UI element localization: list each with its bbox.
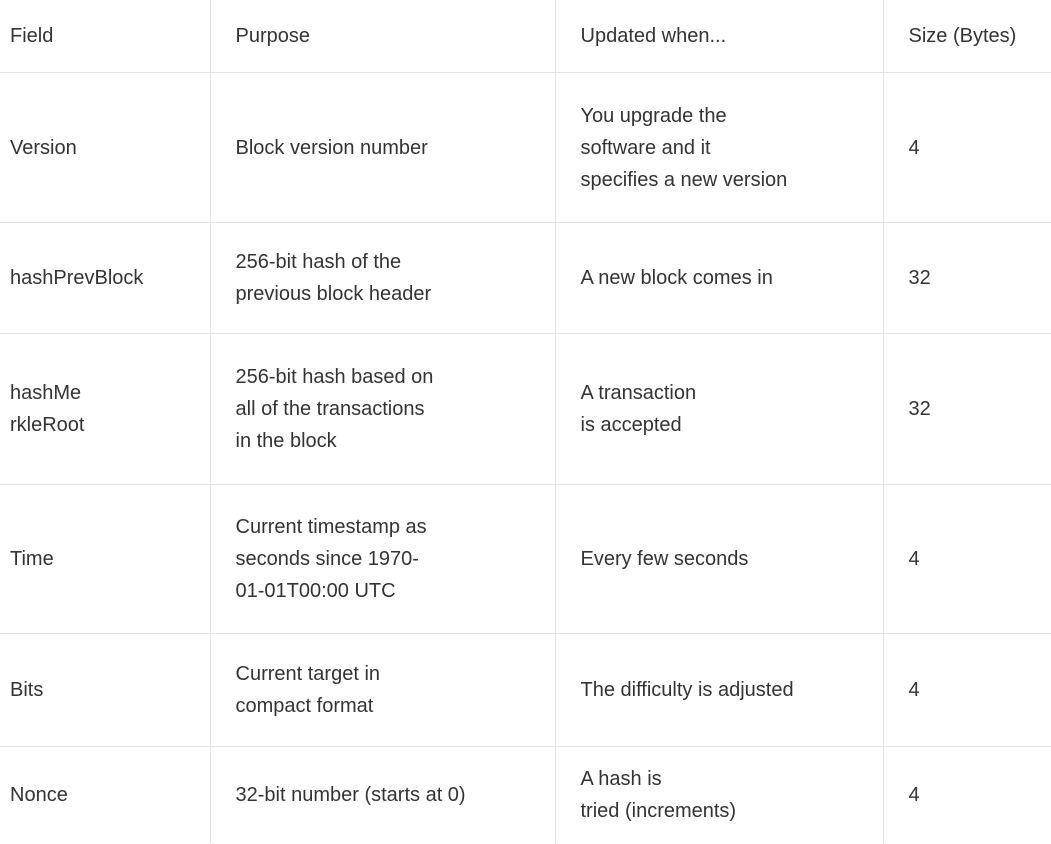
table-row: hashMe rkleRoot 256-bit hash based on al… [0,333,1051,485]
column-header-field: Field [0,0,210,73]
updated-when-cell: A new block comes in [554,222,883,334]
updated-when-cell: Every few seconds [554,484,883,634]
field-cell: Nonce [10,784,68,806]
purpose-cell: 32-bit number (starts at 0) [209,746,555,843]
block-header-table: Field Purpose Updated when... Size (Byte… [0,0,1051,843]
purpose-cell: 256-bit hash of the previous block heade… [209,222,555,334]
size-cell: 4 [882,746,1051,843]
updated-when-cell: A transaction is accepted [554,333,883,485]
table-row: Time Current timestamp as seconds since … [0,484,1051,634]
purpose-cell: Block version number [209,72,555,223]
field-cell: hashMe rkleRoot [0,333,210,485]
size-cell: 4 [882,484,1051,634]
size-cell: 4 [882,633,1051,747]
table-row: Bits Current target in compact format Th… [0,633,1051,747]
size-cell: 32 [882,222,1051,334]
table-row: Nonce 32-bit number (starts at 0) A hash… [0,746,1051,843]
size-cell: 4 [882,72,1051,223]
column-header-purpose: Purpose [209,0,555,73]
updated-when-cell: A hash is tried (increments) [554,746,883,843]
field-cell: Time [0,484,210,634]
table-header-row: Field Purpose Updated when... Size (Byte… [0,0,1051,73]
size-cell: 32 [882,333,1051,485]
updated-when-cell: The difficulty is adjusted [554,633,883,747]
field-cell: Bits [0,633,210,747]
table-row: Version Block version number You upgrade… [0,72,1051,223]
column-header-size: Size (Bytes) [882,0,1051,73]
updated-when-cell: You upgrade the software and it specifie… [554,72,883,223]
purpose-cell: Current timestamp as seconds since 1970-… [209,484,555,634]
table-row: hashPrevBlock 256-bit hash of the previo… [0,222,1051,334]
field-cell: hashPrevBlock [0,222,210,334]
column-header-updated-when: Updated when... [554,0,883,73]
purpose-cell: 256-bit hash based on all of the transac… [209,333,555,485]
purpose-cell: Current target in compact format [209,633,555,747]
field-cell: Version [0,72,210,223]
